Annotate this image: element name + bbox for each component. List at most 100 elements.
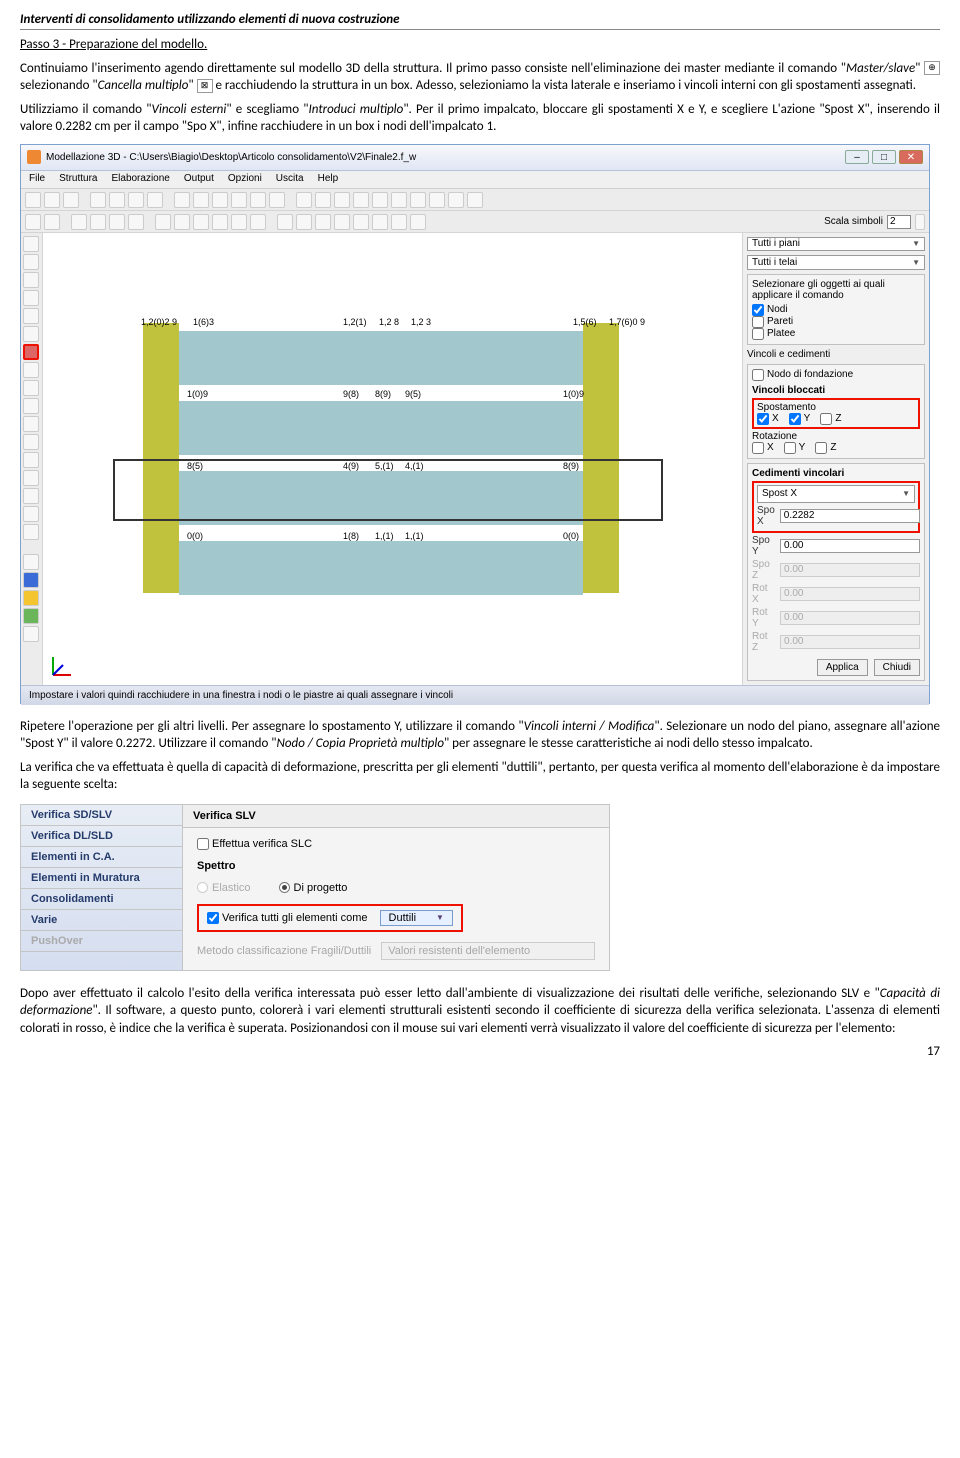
ltool-icon[interactable] [23, 416, 39, 432]
ltool-icon[interactable] [23, 488, 39, 504]
ltool-icon[interactable] [23, 506, 39, 522]
ltool-icon[interactable] [23, 254, 39, 270]
tool-icon[interactable] [155, 214, 171, 230]
tool-icon[interactable] [353, 214, 369, 230]
tool-icon[interactable] [315, 214, 331, 230]
tool-icon[interactable] [315, 192, 331, 208]
radio-diprogetto[interactable]: Di progetto [279, 882, 348, 894]
zoom-icon[interactable] [269, 192, 285, 208]
ltool-icon[interactable] [23, 290, 39, 306]
menu-uscita[interactable]: Uscita [276, 173, 304, 186]
tool-icon[interactable] [391, 192, 407, 208]
spost-combo[interactable]: Spost X [757, 485, 915, 503]
vincoli-esterni-tool[interactable] [23, 344, 39, 360]
spost-x-checkbox[interactable] [757, 413, 769, 425]
zoom-icon[interactable] [174, 192, 190, 208]
ltool-icon[interactable] [23, 452, 39, 468]
tool-icon[interactable] [71, 214, 87, 230]
ltool-icon[interactable] [23, 380, 39, 396]
tool-icon[interactable] [467, 192, 483, 208]
tool-icon[interactable] [372, 192, 388, 208]
tool-icon[interactable] [90, 214, 106, 230]
close-button[interactable]: ✕ [899, 150, 923, 164]
tool-icon[interactable] [429, 192, 445, 208]
ltool-icon[interactable] [23, 524, 39, 540]
ltool-icon[interactable] [23, 236, 39, 252]
tool-icon[interactable] [231, 214, 247, 230]
tool-icon[interactable] [174, 214, 190, 230]
ltool-green-icon[interactable] [23, 608, 39, 624]
zoom-icon[interactable] [231, 192, 247, 208]
duttili-select[interactable]: Duttili [380, 910, 453, 926]
zoom-icon[interactable] [193, 192, 209, 208]
telai-combo[interactable]: Tutti i telai [747, 255, 925, 270]
sidebar-item-varie[interactable]: Varie [21, 910, 182, 931]
tool-icon[interactable] [109, 214, 125, 230]
sidebar-item-dlsld[interactable]: Verifica DL/SLD [21, 826, 182, 847]
piani-combo[interactable]: Tutti i piani [747, 237, 925, 252]
canvas-3d[interactable]: 1,2(0)2 9 1(6)3 1,2(1) 1,2 8 1,2 3 1,5(6… [43, 233, 743, 685]
tool-icon[interactable] [109, 192, 125, 208]
ltool-yellow-icon[interactable] [23, 590, 39, 606]
tool-icon[interactable] [44, 214, 60, 230]
nodi-checkbox[interactable] [752, 304, 764, 316]
tool-icon[interactable] [334, 214, 350, 230]
maximize-button[interactable]: □ [872, 150, 896, 164]
pareti-checkbox[interactable] [752, 316, 764, 328]
applica-button[interactable]: Applica [817, 659, 868, 676]
menu-help[interactable]: Help [318, 173, 339, 186]
tool-icon[interactable] [193, 214, 209, 230]
zoom-icon[interactable] [250, 192, 266, 208]
tool-icon[interactable] [44, 192, 60, 208]
ltool-icon[interactable] [23, 470, 39, 486]
stepper-icon[interactable] [915, 214, 925, 230]
ltool-icon[interactable] [23, 398, 39, 414]
zoom-icon[interactable] [212, 192, 228, 208]
spoy-input[interactable] [780, 539, 920, 553]
scala-input[interactable] [887, 215, 911, 229]
slc-checkbox[interactable] [197, 838, 209, 850]
tool-icon[interactable] [147, 192, 163, 208]
tool-icon[interactable] [410, 214, 426, 230]
tool-icon[interactable] [212, 214, 228, 230]
tool-icon[interactable] [391, 214, 407, 230]
tool-icon[interactable] [410, 192, 426, 208]
ltool-blue-icon[interactable] [23, 572, 39, 588]
tool-icon[interactable] [277, 214, 293, 230]
fondazione-checkbox[interactable] [752, 369, 764, 381]
tool-icon[interactable] [296, 214, 312, 230]
spost-y-checkbox[interactable] [789, 413, 801, 425]
tool-icon[interactable] [128, 192, 144, 208]
tab-verifica-slv[interactable]: Verifica SLV [183, 805, 609, 828]
ltool-icon[interactable] [23, 626, 39, 642]
tool-icon[interactable] [25, 214, 41, 230]
ltool-icon[interactable] [23, 554, 39, 570]
tool-icon[interactable] [25, 192, 41, 208]
minimize-button[interactable]: – [845, 150, 869, 164]
tool-icon[interactable] [250, 214, 266, 230]
tool-icon[interactable] [353, 192, 369, 208]
menu-opzioni[interactable]: Opzioni [228, 173, 262, 186]
rot-y-checkbox[interactable] [784, 442, 796, 454]
tool-icon[interactable] [448, 192, 464, 208]
spox-input[interactable] [780, 509, 920, 523]
ltool-icon[interactable] [23, 308, 39, 324]
tool-icon[interactable] [128, 214, 144, 230]
tool-icon[interactable] [90, 192, 106, 208]
rot-z-checkbox[interactable] [815, 442, 827, 454]
verifica-tutti-checkbox[interactable] [207, 912, 219, 924]
tool-icon[interactable] [334, 192, 350, 208]
tool-icon[interactable] [63, 192, 79, 208]
ltool-icon[interactable] [23, 272, 39, 288]
tool-icon[interactable] [372, 214, 388, 230]
rot-x-checkbox[interactable] [752, 442, 764, 454]
platee-checkbox[interactable] [752, 328, 764, 340]
ltool-icon[interactable] [23, 362, 39, 378]
ltool-icon[interactable] [23, 434, 39, 450]
menu-elaborazione[interactable]: Elaborazione [111, 173, 169, 186]
menu-struttura[interactable]: Struttura [59, 173, 97, 186]
chiudi-button[interactable]: Chiudi [874, 659, 920, 676]
menu-file[interactable]: File [29, 173, 45, 186]
sidebar-item-muratura[interactable]: Elementi in Muratura [21, 868, 182, 889]
tool-icon[interactable] [296, 192, 312, 208]
